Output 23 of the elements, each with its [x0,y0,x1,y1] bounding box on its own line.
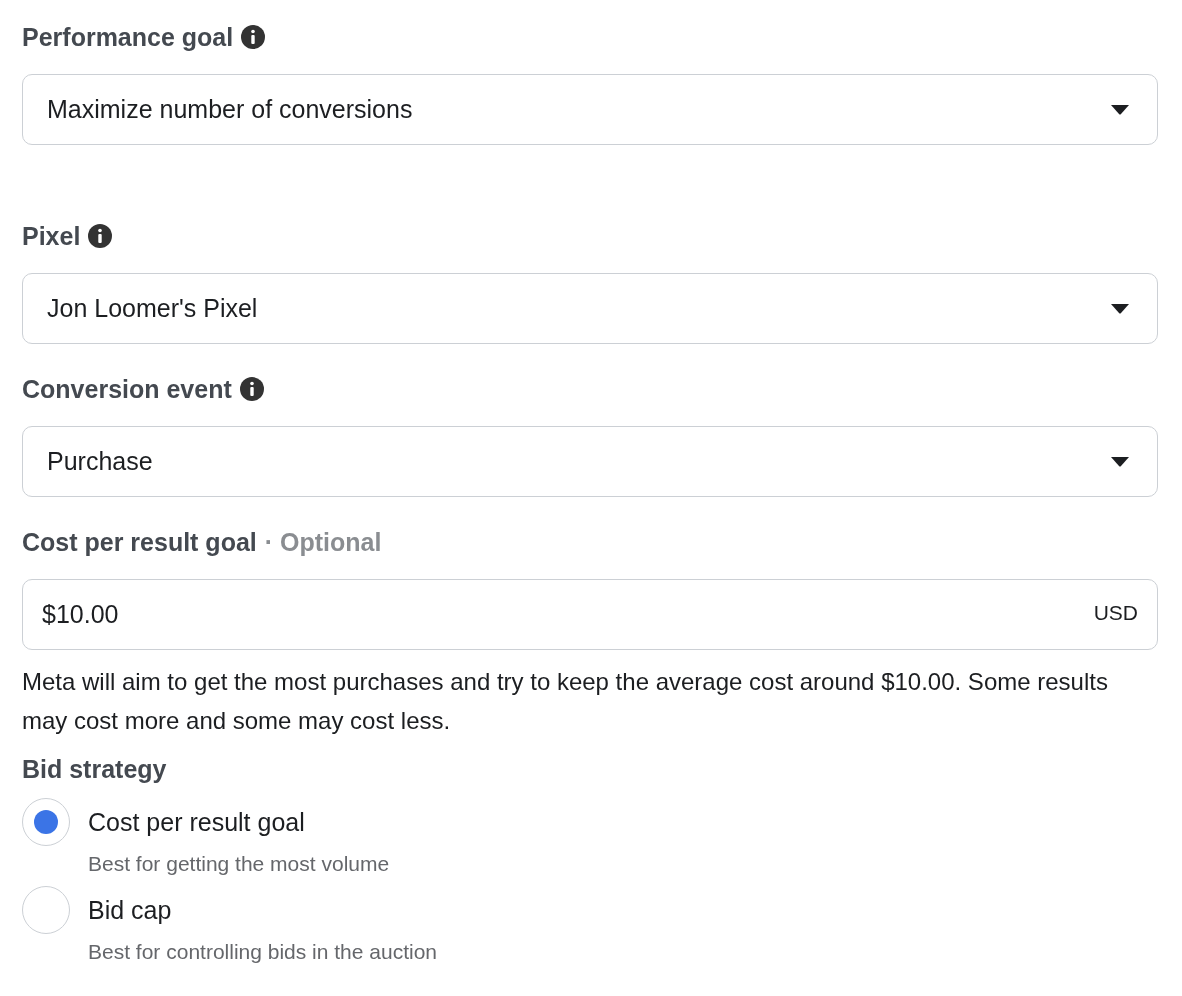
caret-icon [1111,104,1129,115]
dropdown[interactable]: Purchase [22,426,1158,497]
currency-label: USD [1093,601,1138,625]
field-label: Performance goal [22,22,234,52]
dropdown[interactable]: Jon Loomer's Pixel [22,273,1158,344]
radio-button[interactable] [22,886,70,934]
caret-icon [1111,456,1129,467]
caret-icon [1111,303,1129,314]
help-text: Meta will aim to get the most purchases and try to keep the average cost around $10.00. Some results may cost more and some may cost less. [22,667,1109,736]
option-description: Best for getting the most volume [88,852,391,876]
option-description: Best for controlling bids in the auction [88,940,439,964]
optional-label: · Optional [264,527,382,557]
option-label[interactable]: Cost per result goal [88,807,305,837]
field-label: Pixel [22,221,81,251]
field-label: Cost per result goal [22,527,257,557]
info-icon[interactable] [88,224,113,248]
section-label: Bid strategy [22,754,167,784]
info-icon[interactable] [239,377,264,401]
option-label[interactable]: Bid cap [88,895,172,925]
radio-button[interactable] [22,798,70,846]
dropdown[interactable]: Maximize number of conversions [22,74,1158,145]
info-icon[interactable] [241,25,266,49]
field-label: Conversion event [22,374,232,404]
